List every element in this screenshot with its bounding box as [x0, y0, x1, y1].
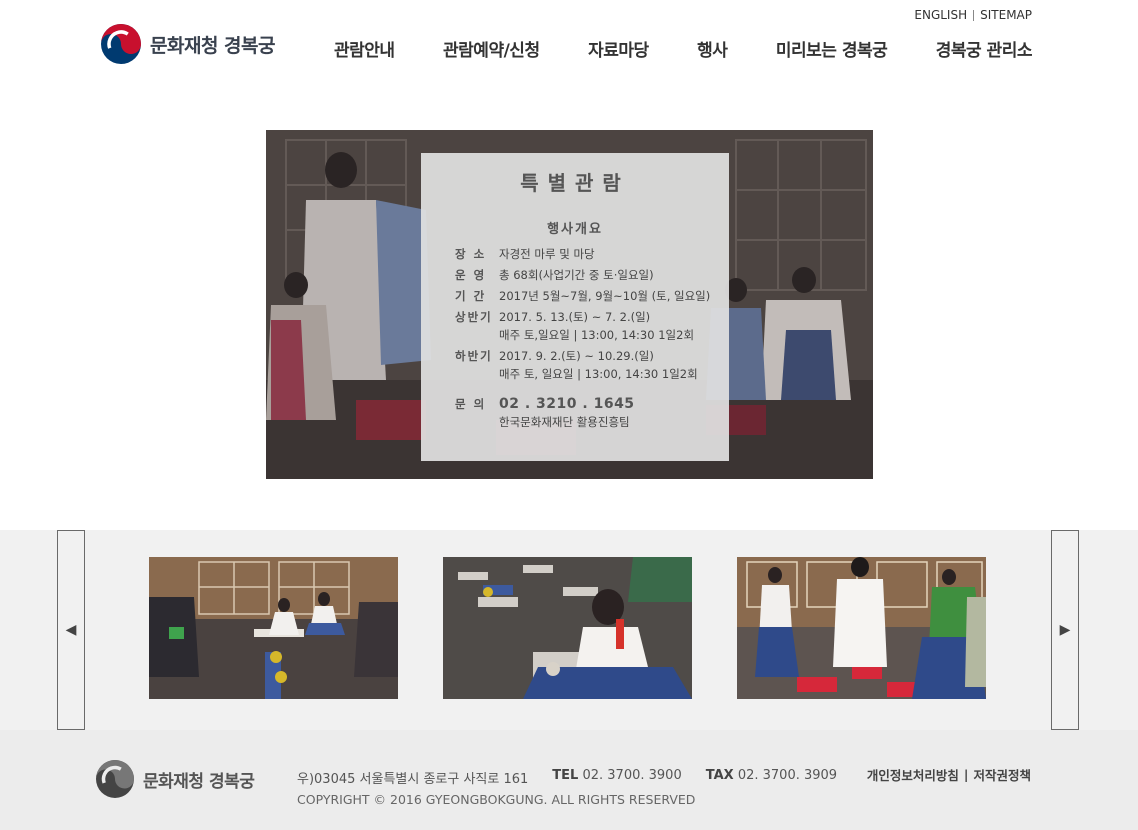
- divider: [973, 9, 975, 21]
- footer-copyright: COPYRIGHT © 2016 GYEONGBOKGUNG. ALL RIGH…: [297, 792, 696, 807]
- info-key: 하반기: [455, 349, 493, 363]
- info-key: 상반기: [455, 310, 493, 324]
- nav-events[interactable]: 행사: [697, 36, 728, 61]
- fax-number: 02. 3700. 3909: [737, 768, 838, 783]
- tea-ceremony-photo: [149, 557, 398, 699]
- footer-address-line: 우)03045 서울특별시 종로구 사직로 161 TEL 02. 3700. …: [297, 768, 837, 787]
- tel-number: 02. 3700. 3900: [582, 768, 682, 783]
- tel-label: TEL: [552, 768, 579, 783]
- event-info-box: 특별관람 행사개요 장 소 자경전 마루 및 마당 운 영 총 68회(사업기간…: [421, 153, 729, 461]
- info-row-contact: 문 의 02 . 3210 . 1645 한국문화재재단 활용진흥팀: [455, 395, 729, 431]
- taegeuk-emblem-icon: [96, 760, 134, 798]
- photo-gallery: ◀ ▶: [0, 530, 1138, 730]
- nav-preview[interactable]: 미리보는 경복궁: [776, 36, 888, 61]
- footer-tel: TEL 02. 3700. 3900: [552, 768, 681, 787]
- info-row-operation: 운 영 총 68회(사업기간 중 토·일요일): [455, 266, 729, 284]
- info-value: 자경전 마루 및 마당: [499, 247, 595, 261]
- gallery-thumbnail[interactable]: [149, 557, 398, 699]
- info-value: 2017. 9. 2.(토) ~ 10.29.(일) 매주 토, 일요일 | 1…: [499, 347, 729, 383]
- nav-office[interactable]: 경복궁 관리소: [936, 36, 1033, 61]
- gallery-thumbnail[interactable]: [737, 557, 986, 699]
- nav-visit-guide[interactable]: 관람안내: [334, 36, 395, 61]
- info-key: 문 의: [455, 397, 487, 411]
- sitemap-link[interactable]: SITEMAP: [980, 8, 1032, 22]
- footer: 문화재청 경복궁 우)03045 서울특별시 종로구 사직로 161 TEL 0…: [0, 730, 1138, 830]
- tea-ceremony-photo: [443, 557, 692, 699]
- gallery-prev-button[interactable]: ◀: [57, 530, 85, 730]
- taegeuk-emblem-icon: [101, 24, 141, 64]
- info-row-period: 기 간 2017년 5월~7월, 9월~10월 (토, 일요일): [455, 287, 729, 305]
- info-value-date: 2017. 9. 2.(토) ~ 10.29.(일): [499, 349, 654, 363]
- right-arrow-icon: ▶: [1059, 622, 1071, 638]
- info-key: 장 소: [455, 247, 487, 261]
- footer-logo-text: 문화재청 경복궁: [143, 771, 255, 792]
- nav-resources[interactable]: 자료마당: [588, 36, 649, 61]
- left-arrow-icon: ◀: [65, 622, 77, 638]
- logo-text: 문화재청 경복궁: [150, 34, 275, 57]
- info-row-place: 장 소 자경전 마루 및 마당: [455, 245, 729, 263]
- info-row-first-half: 상반기 2017. 5. 13.(토) ~ 7. 2.(일) 매주 토,일요일 …: [455, 308, 729, 344]
- privacy-policy-link[interactable]: 개인정보처리방침: [867, 765, 959, 784]
- info-value-date: 2017. 5. 13.(토) ~ 7. 2.(일): [499, 310, 651, 324]
- event-subtitle: 행사개요: [547, 222, 603, 237]
- divider: |: [963, 767, 969, 782]
- footer-logo[interactable]: 문화재청 경복궁: [95, 759, 255, 799]
- footer-address: 우)03045 서울특별시 종로구 사직로 161: [297, 772, 529, 787]
- info-value: 02 . 3210 . 1645 한국문화재재단 활용진흥팀: [499, 395, 729, 431]
- nav-reservation[interactable]: 관람예약/신청: [443, 36, 540, 61]
- logo[interactable]: 문화재청 경복궁: [100, 23, 275, 65]
- contact-org: 한국문화재재단 활용진흥팀: [499, 415, 630, 429]
- hero-banner: 특별관람 행사개요 장 소 자경전 마루 및 마당 운 영 총 68회(사업기간…: [266, 130, 873, 479]
- info-value: 2017. 5. 13.(토) ~ 7. 2.(일) 매주 토,일요일 | 13…: [499, 308, 729, 344]
- event-title: 특별관람: [520, 171, 630, 195]
- info-value: 총 68회(사업기간 중 토·일요일): [499, 268, 654, 282]
- info-row-second-half: 하반기 2017. 9. 2.(토) ~ 10.29.(일) 매주 토, 일요일…: [455, 347, 729, 383]
- footer-links: 개인정보처리방침 | 저작권정책: [867, 765, 1031, 784]
- gallery-next-button[interactable]: ▶: [1051, 530, 1079, 730]
- gallery-thumbnail[interactable]: [443, 557, 692, 699]
- info-value-schedule: 매주 토,일요일 | 13:00, 14:30 1일2회: [499, 328, 695, 342]
- info-key: 기 간: [455, 289, 487, 303]
- contact-phone: 02 . 3210 . 1645: [499, 396, 635, 412]
- footer-fax: TAX 02. 3700. 3909: [706, 768, 837, 787]
- fax-label: TAX: [705, 768, 734, 783]
- info-key: 운 영: [455, 268, 487, 282]
- info-value-schedule: 매주 토, 일요일 | 13:00, 14:30 1일2회: [499, 367, 698, 381]
- tea-ceremony-photo: [737, 557, 986, 699]
- main-nav: 관람안내 관람예약/신청 자료마당 행사 미리보는 경복궁 경복궁 관리소: [334, 36, 1032, 61]
- top-links: ENGLISH SITEMAP: [914, 8, 1032, 22]
- info-value: 2017년 5월~7월, 9월~10월 (토, 일요일): [499, 289, 711, 303]
- english-link[interactable]: ENGLISH: [914, 8, 967, 22]
- copyright-policy-link[interactable]: 저작권정책: [973, 765, 1031, 784]
